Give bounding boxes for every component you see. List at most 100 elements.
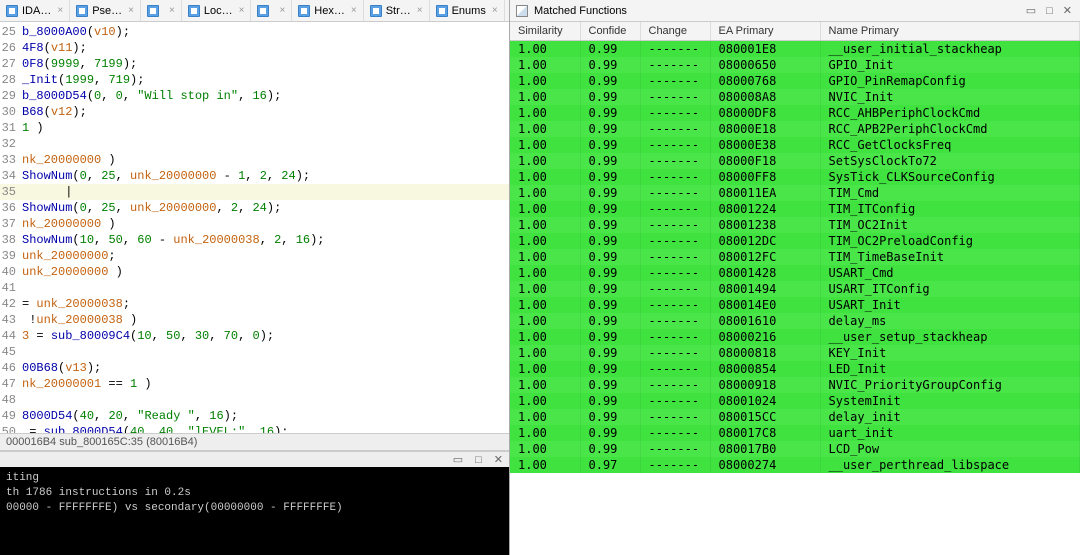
code-line[interactable]: 311 ) (0, 120, 509, 136)
tab-label: Pse… (92, 5, 122, 17)
cell-name: __user_perthread_libspace (820, 457, 1080, 473)
table-row[interactable]: 1.000.99-------08001494USART_ITConfig (510, 281, 1080, 297)
table-row[interactable]: 1.000.99-------08001238TIM_OC2Init (510, 217, 1080, 233)
tab-2[interactable]: × (141, 0, 182, 21)
code-line[interactable]: 29b_8000D54(0, 0, "Will stop in", 16); (0, 88, 509, 104)
tab-7[interactable]: Enums× (430, 0, 505, 21)
cell-ea: 08000818 (710, 345, 820, 361)
table-row[interactable]: 1.000.99-------080017B0LCD_Pow (510, 441, 1080, 457)
col-similarity[interactable]: Similarity (510, 22, 580, 41)
table-row[interactable]: 1.000.99-------080008A8NVIC_Init (510, 89, 1080, 105)
code-line[interactable]: 498000D54(40, 20, "Ready ", 16); (0, 408, 509, 424)
table-row[interactable]: 1.000.99-------080011EATIM_Cmd (510, 185, 1080, 201)
tab-close-icon[interactable]: × (57, 5, 63, 16)
table-row[interactable]: 1.000.99-------08000E18RCC_APB2PeriphClo… (510, 121, 1080, 137)
code-line[interactable]: 35 | (0, 184, 509, 200)
tab-4[interactable]: × (251, 0, 292, 21)
code-line[interactable]: 32 (0, 136, 509, 152)
code-line[interactable]: 270F8(9999, 7199); (0, 56, 509, 72)
cell-conf: 0.99 (580, 377, 640, 393)
tab-0[interactable]: IDA…× (0, 0, 70, 21)
code-line[interactable]: 264F8(v11); (0, 40, 509, 56)
col-ea-primary[interactable]: EA Primary (710, 22, 820, 41)
table-row[interactable]: 1.000.99-------08001224TIM_ITConfig (510, 201, 1080, 217)
code-line[interactable]: 50 = sub_8000D54(40, 40, "lEVEL:", 16); (0, 424, 509, 433)
maximize-icon[interactable]: □ (473, 454, 484, 466)
table-row[interactable]: 1.000.99-------08000FF8SysTick_CLKSource… (510, 169, 1080, 185)
col-name-primary[interactable]: Name Primary (820, 22, 1080, 41)
code-text: ShowNum(0, 25, unk_20000000 - 1, 2, 24); (22, 168, 310, 184)
tab-close-icon[interactable]: × (417, 5, 423, 16)
tab-close-icon[interactable]: × (169, 5, 175, 16)
tab-close-icon[interactable]: × (128, 5, 134, 16)
table-row[interactable]: 1.000.99-------08000650GPIO_Init (510, 57, 1080, 73)
code-line[interactable]: 34ShowNum(0, 25, unk_20000000 - 1, 2, 24… (0, 168, 509, 184)
maximize-icon[interactable]: □ (1044, 5, 1055, 17)
col-confidence[interactable]: Confide (580, 22, 640, 41)
code-line[interactable]: 443 = sub_80009C4(10, 50, 30, 70, 0); (0, 328, 509, 344)
pseudocode-view[interactable]: 25b_8000A00(v10);264F8(v11);270F8(9999, … (0, 22, 509, 433)
code-line[interactable]: 41 (0, 280, 509, 296)
code-line[interactable]: 45 (0, 344, 509, 360)
line-number: 28 (0, 72, 22, 88)
code-line[interactable]: 28_Init(1999, 719); (0, 72, 509, 88)
table-row[interactable]: 1.000.99-------08000768GPIO_PinRemapConf… (510, 73, 1080, 89)
code-line[interactable]: 42= unk_20000038; (0, 296, 509, 312)
tab-1[interactable]: Pse… × (70, 0, 141, 21)
close-icon[interactable]: ✕ (1061, 4, 1074, 17)
table-row[interactable]: 1.000.99-------080012FCTIM_TimeBaseInit (510, 249, 1080, 265)
table-row[interactable]: 1.000.97-------08000274__user_perthread_… (510, 457, 1080, 473)
code-line[interactable]: 47nk_20000001 == 1 ) (0, 376, 509, 392)
table-row[interactable]: 1.000.99-------080014E0USART_Init (510, 297, 1080, 313)
matched-functions-table-wrap[interactable]: Similarity Confide Change EA Primary Nam… (510, 22, 1080, 555)
tab-5[interactable]: Hex…× (292, 0, 363, 21)
table-row[interactable]: 1.000.99-------08000DF8RCC_AHBPeriphCloc… (510, 105, 1080, 121)
tab-close-icon[interactable]: × (279, 5, 285, 16)
cell-name: SysTick_CLKSourceConfig (820, 169, 1080, 185)
table-row[interactable]: 1.000.99-------08000854LED_Init (510, 361, 1080, 377)
line-number: 44 (0, 328, 22, 344)
table-row[interactable]: 1.000.99-------08001610delay_ms (510, 313, 1080, 329)
close-icon[interactable]: ✕ (492, 453, 505, 466)
table-row[interactable]: 1.000.99-------08001024SystemInit (510, 393, 1080, 409)
code-line[interactable]: 39unk_20000000; (0, 248, 509, 264)
code-text: b_8000A00(v10); (22, 24, 130, 40)
restore-icon[interactable]: ▭ (451, 453, 465, 466)
table-row[interactable]: 1.000.99-------08000818KEY_Init (510, 345, 1080, 361)
line-number: 30 (0, 104, 22, 120)
cell-chg: ------- (640, 89, 710, 105)
cell-sim: 1.00 (510, 137, 580, 153)
table-row[interactable]: 1.000.99-------080015CCdelay_init (510, 409, 1080, 425)
line-number: 43 (0, 312, 22, 328)
code-line[interactable]: 43 !unk_20000038 ) (0, 312, 509, 328)
cell-conf: 0.99 (580, 89, 640, 105)
code-line[interactable]: 37nk_20000000 ) (0, 216, 509, 232)
table-row[interactable]: 1.000.99-------080017C8uart_init (510, 425, 1080, 441)
code-line[interactable]: 48 (0, 392, 509, 408)
tab-3[interactable]: Loc…× (182, 0, 252, 21)
matched-functions-table[interactable]: Similarity Confide Change EA Primary Nam… (510, 22, 1080, 473)
code-line[interactable]: 36ShowNum(0, 25, unk_20000000, 2, 24); (0, 200, 509, 216)
restore-icon[interactable]: ▭ (1024, 4, 1038, 17)
table-row[interactable]: 1.000.99-------08000E38RCC_GetClocksFreq (510, 137, 1080, 153)
cell-chg: ------- (640, 73, 710, 89)
col-change[interactable]: Change (640, 22, 710, 41)
table-row[interactable]: 1.000.99-------08000918NVIC_PriorityGrou… (510, 377, 1080, 393)
code-line[interactable]: 38ShowNum(10, 50, 60 - unk_20000038, 2, … (0, 232, 509, 248)
code-line[interactable]: 25b_8000A00(v10); (0, 24, 509, 40)
code-line[interactable]: 4600B68(v13); (0, 360, 509, 376)
tab-close-icon[interactable]: × (351, 5, 357, 16)
table-row[interactable]: 1.000.99-------08000216__user_setup_stac… (510, 329, 1080, 345)
code-line[interactable]: 33nk_20000000 ) (0, 152, 509, 168)
tab-close-icon[interactable]: × (239, 5, 245, 16)
code-line[interactable]: 40unk_20000000 ) (0, 264, 509, 280)
table-row[interactable]: 1.000.99-------08001428USART_Cmd (510, 265, 1080, 281)
log-panel-header: ▭ □ ✕ (0, 451, 509, 467)
code-line[interactable]: 30B68(v12); (0, 104, 509, 120)
table-row[interactable]: 1.000.99-------080012DCTIM_OC2PreloadCon… (510, 233, 1080, 249)
tab-close-icon[interactable]: × (492, 5, 498, 16)
table-row[interactable]: 1.000.99-------080001E8__user_initial_st… (510, 41, 1080, 58)
table-row[interactable]: 1.000.99-------08000F18SetSysClockTo72 (510, 153, 1080, 169)
output-log[interactable]: itingth 1786 instructions in 0.2s00000 -… (0, 467, 509, 555)
tab-6[interactable]: Str…× (364, 0, 430, 21)
